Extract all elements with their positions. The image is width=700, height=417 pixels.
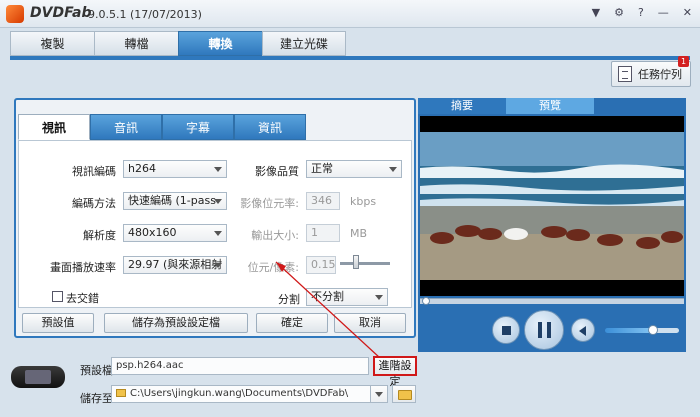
profile-field[interactable]: psp.h264.aac — [111, 357, 369, 375]
chevron-down-icon — [375, 392, 383, 397]
save-to-field[interactable]: C:\Users\jingkun.wang\Documents\DVDFab\ — [111, 385, 381, 403]
save-to-label: 儲存至 — [80, 392, 113, 405]
psp-device-icon — [11, 366, 65, 388]
browse-folder-button[interactable] — [392, 385, 416, 403]
profile-value: psp.h264.aac — [116, 360, 184, 371]
save-to-path: C:\Users\jingkun.wang\Documents\DVDFab\ — [130, 388, 349, 399]
save-to-dropdown[interactable] — [370, 385, 388, 403]
callout-arrow — [275, 261, 381, 359]
advanced-settings-button[interactable]: 進階設定 — [373, 356, 417, 388]
dvdfab-window: DVDFab 9.0.5.1 (17/07/2013) ▼ ⚙ ? — ✕ 複製… — [0, 0, 700, 417]
folder-small-icon — [116, 389, 126, 397]
